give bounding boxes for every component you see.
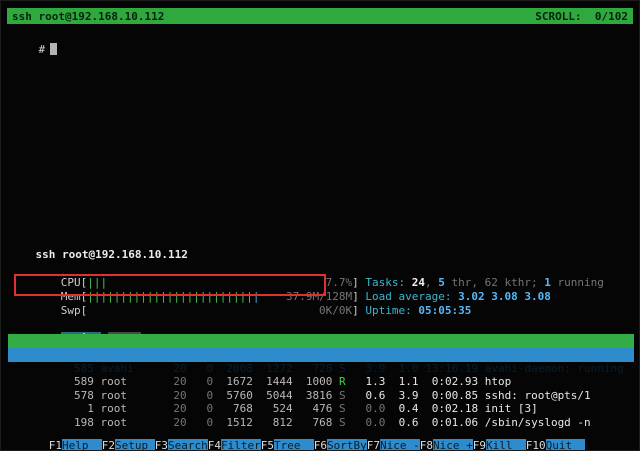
swap-meter-pad xyxy=(87,304,319,317)
top-terminal-title: ssh root@192.168.10.112 xyxy=(12,10,164,23)
top-terminal-titlebar: ssh root@192.168.10.112 SCROLL: 0/102 xyxy=(7,8,633,24)
mem-meter-line: Mem[|||||||||||||||||||||||||| 37.9M/128… xyxy=(8,276,634,290)
fkey-quit[interactable]: F10Quit xyxy=(526,439,586,451)
table-row[interactable]: 578 root 20 0 5760 5044 3816 S 0.6 3.9 0… xyxy=(8,375,634,389)
bottom-terminal-title: ssh root@192.168.10.112 xyxy=(36,248,188,261)
uptime-label: Uptime: xyxy=(359,304,419,317)
htop-tabs: Main I/O xyxy=(8,318,634,332)
shell-prompt: # xyxy=(39,43,46,56)
swap-meter-label: Swp[ xyxy=(61,304,88,317)
fkey-nice-minus[interactable]: F7Nice - xyxy=(367,439,420,451)
swap-meter-line: Swp[ 0K/0K] Uptime: 05:05:35 xyxy=(8,290,634,304)
fkey-kill[interactable]: F9Kill xyxy=(473,439,526,451)
fkey-filter[interactable]: F4Filter xyxy=(208,439,261,451)
scroll-indicator: SCROLL: 0/102 xyxy=(535,10,628,23)
fkey-setup[interactable]: F2Setup xyxy=(102,439,155,451)
process-table-header: PID USER PRI NI VIRT RES SHR S CPU%▽MEM%… xyxy=(8,334,634,348)
table-row[interactable]: 589 root 20 0 1672 1444 1000 R 1.3 1.1 0… xyxy=(8,362,634,376)
fkey-nice-plus[interactable]: F8Nice + xyxy=(420,439,473,451)
terminal-cursor xyxy=(50,43,57,55)
function-key-bar: F1Help F2Setup F3SearchF4FilterF5Tree F6… xyxy=(8,425,634,439)
uptime-value: 05:05:35 xyxy=(418,304,471,317)
table-row[interactable]: 585 avahi 20 0 2008 1272 728 S 3.9 1.0 1… xyxy=(8,348,634,362)
cpu-meter-line: CPU[||| 7.7%] Tasks: 24, 5 thr, 62 kthr;… xyxy=(8,262,634,276)
swap-meter-value: 0K/0K xyxy=(319,304,352,317)
fkey-help[interactable]: F1Help xyxy=(49,439,102,451)
swap-meter-bracket: ] xyxy=(352,304,359,317)
screenshot-root: ssh root@192.168.10.112 SCROLL: 0/102 # … xyxy=(0,0,640,451)
table-row[interactable]: 1 root 20 0 768 524 476 S 0.0 0.4 0:02.1… xyxy=(8,389,634,403)
shell-prompt-line[interactable]: # xyxy=(12,30,57,69)
fkey-search[interactable]: F3Search xyxy=(155,439,208,451)
fkey-sortby[interactable]: F6SortBy xyxy=(314,439,367,451)
fkey-tree[interactable]: F5Tree xyxy=(261,439,314,451)
table-row[interactable]: 198 root 20 0 1512 812 768 S 0.0 0.6 0:0… xyxy=(8,402,634,416)
